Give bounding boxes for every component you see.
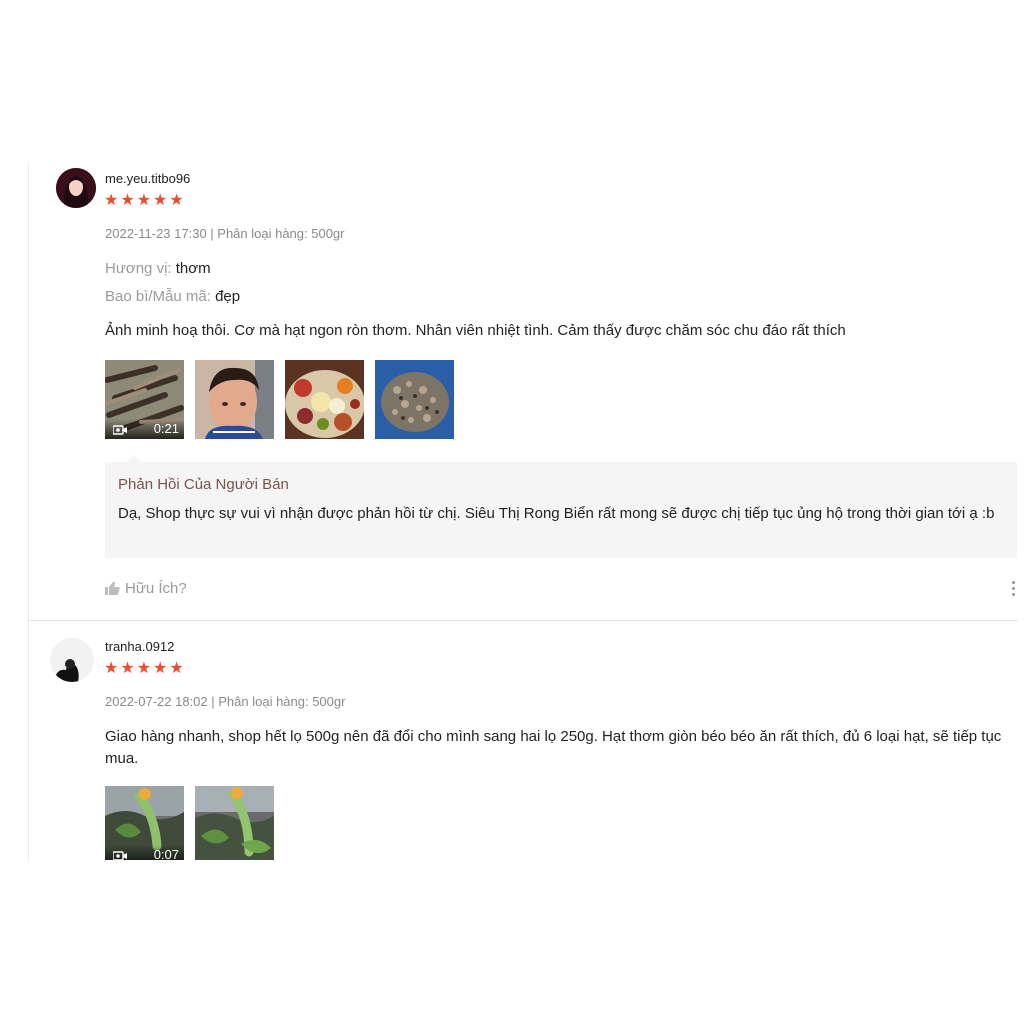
star-icon: ★ [136, 660, 152, 677]
attribute-value: thơm [175, 260, 211, 277]
attribute-key: Bao bì/Mẫu mã: [105, 288, 211, 305]
attribute-flavor: Hương vị: thơm [105, 260, 211, 277]
avatar[interactable] [50, 638, 94, 682]
review-comment: Giao hàng nhanh, shop hết lọ 500g nên đã… [105, 728, 1002, 767]
media-video-thumbnail[interactable]: 0:07 [105, 786, 184, 860]
star-icon: ★ [136, 192, 152, 209]
star-icon: ★ [169, 660, 184, 677]
star-icon: ★ [104, 660, 119, 677]
seller-reply-title: Phản Hồi Của Người Bán [118, 476, 289, 493]
more-vertical-icon[interactable] [1012, 581, 1015, 596]
star-icon: ★ [104, 192, 119, 209]
reply-notch [127, 455, 141, 462]
star-icon: ★ [153, 192, 168, 209]
attribute-packaging: Bao bì/Mẫu mã: đẹp [105, 288, 240, 305]
media-image-thumbnail[interactable] [285, 360, 364, 439]
username[interactable]: me.yeu.titbo96 [105, 171, 190, 186]
video-camera-icon [113, 425, 127, 435]
helpful-button[interactable]: Hữu Ích? [105, 580, 187, 597]
attribute-value: đẹp [215, 288, 241, 305]
rating-stars: ★ ★ ★ ★ ★ [104, 661, 184, 677]
star-icon: ★ [153, 660, 168, 677]
media-image-thumbnail[interactable] [375, 360, 454, 439]
media-list: 0:21 [105, 360, 454, 439]
attribute-key: Hương vị: [105, 260, 172, 277]
video-duration: 0:21 [153, 421, 179, 436]
review-meta: 2022-11-23 17:30 | Phân loại hàng: 500gr [105, 226, 345, 241]
media-image-thumbnail[interactable] [195, 786, 274, 860]
media-image-thumbnail[interactable] [195, 360, 274, 439]
review-divider [28, 620, 1018, 621]
rating-stars: ★ ★ ★ ★ ★ [104, 193, 184, 209]
seller-reply-text: Dạ, Shop thực sự vui vì nhận được phản h… [118, 505, 995, 522]
seller-reply: Phản Hồi Của Người Bán Dạ, Shop thực sự … [105, 455, 1017, 558]
username[interactable]: tranha.0912 [105, 639, 174, 654]
video-duration: 0:07 [153, 847, 179, 860]
review-item: me.yeu.titbo96 ★ ★ ★ ★ ★ 2022-11-23 17:30 | … [28, 163, 1018, 621]
star-icon: ★ [120, 660, 135, 677]
review-item: tranha.0912 ★ ★ ★ ★ ★ 2022-07-22 18:02 | Phâ… [28, 630, 1018, 860]
thumbs-up-icon [105, 581, 120, 595]
media-list: 0:07 [105, 786, 274, 860]
helpful-label: Hữu Ích? [125, 580, 187, 597]
avatar[interactable] [56, 168, 96, 208]
review-meta: 2022-07-22 18:02 | Phân loại hàng: 500gr [105, 694, 346, 709]
review-comment: Ảnh minh hoạ thôi. Cơ mà hạt ngon ròn th… [105, 322, 846, 339]
media-video-thumbnail[interactable]: 0:21 [105, 360, 184, 439]
star-icon: ★ [169, 192, 184, 209]
star-icon: ★ [120, 192, 135, 209]
video-camera-icon [113, 851, 127, 860]
